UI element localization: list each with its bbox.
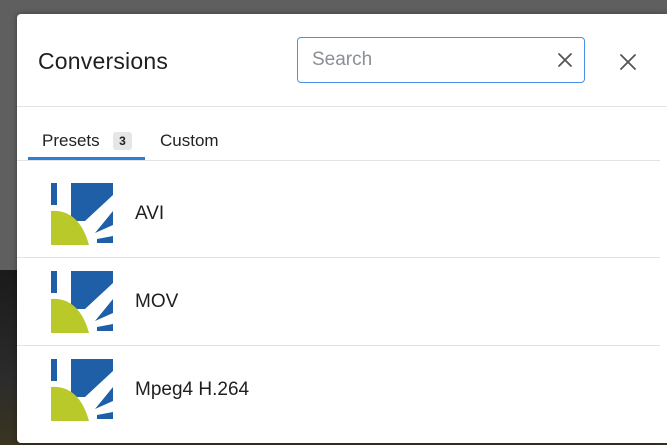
conversions-dialog: Conversions Presets 3 Custom — [17, 14, 667, 443]
preset-label: AVI — [135, 203, 165, 224]
preset-item-mpeg4[interactable]: Mpeg4 H.264 — [17, 346, 660, 434]
clear-search-icon[interactable] — [555, 50, 575, 70]
preset-icon — [49, 181, 115, 247]
preset-item-mov[interactable]: MOV — [17, 258, 660, 346]
preset-list: AVI MOV Mpeg4 H.264 — [17, 170, 660, 434]
tab-presets[interactable]: Presets 3 — [28, 107, 145, 160]
tab-presets-label: Presets — [42, 131, 100, 150]
preset-icon — [49, 269, 115, 335]
preset-label: MOV — [135, 291, 179, 312]
preset-label: Mpeg4 H.264 — [135, 379, 250, 400]
dialog-title: Conversions — [38, 48, 169, 74]
search-input[interactable] — [312, 47, 542, 73]
tab-custom[interactable]: Custom — [150, 107, 240, 160]
preset-item-avi[interactable]: AVI — [17, 170, 660, 258]
tab-custom-label: Custom — [160, 131, 219, 150]
close-icon[interactable] — [618, 52, 638, 72]
preset-icon — [49, 357, 115, 423]
tab-bar: Presets 3 Custom — [17, 107, 660, 161]
search-box[interactable] — [297, 37, 585, 83]
dialog-header: Conversions — [17, 14, 667, 107]
presets-count-badge: 3 — [113, 132, 132, 150]
